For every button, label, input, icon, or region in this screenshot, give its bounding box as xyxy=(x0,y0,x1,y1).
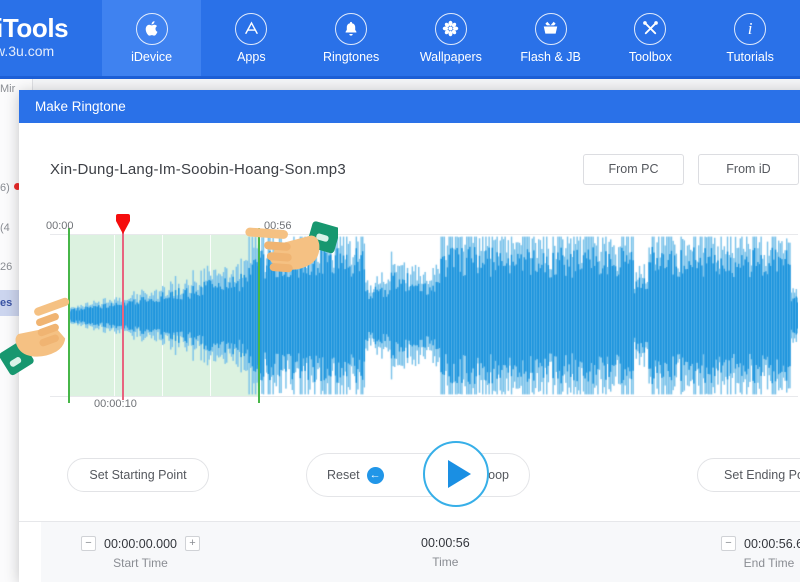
play-triangle-icon xyxy=(447,460,471,488)
brand-title: iTools xyxy=(0,12,69,43)
set-starting-point-button[interactable]: Set Starting Point xyxy=(67,458,209,492)
reset-back-arrow-icon: ← xyxy=(366,466,384,484)
from-pc-button[interactable]: From PC xyxy=(583,153,684,185)
playhead-handle[interactable] xyxy=(116,214,130,221)
time-footer: − 00:00:00.000 + Start Time 00:00:56 Tim… xyxy=(41,522,800,582)
waveform-editor[interactable]: 00:00 00:56 00:00:10 xyxy=(46,214,798,410)
app-logo: iTools w.3u.com xyxy=(0,0,102,76)
start-time-row: − 00:00:00.000 + xyxy=(81,536,200,551)
play-button[interactable] xyxy=(423,441,489,507)
nav-tab-label: Wallpapers xyxy=(419,49,482,64)
audio-filename: Xin-Dung-Lang-Im-Soobin-Hoang-Son.mp3 xyxy=(50,160,346,178)
nav-tab-apps[interactable]: Apps xyxy=(201,0,301,76)
nav-tab-tutorials[interactable]: i Tutorials xyxy=(700,0,800,76)
reset-label: Reset xyxy=(327,468,360,482)
from-idevice-button[interactable]: From iD xyxy=(698,153,799,185)
source-button-group: From PC From iD xyxy=(583,153,799,185)
end-time-label: 00:56 xyxy=(264,220,292,232)
nav-bottom-border xyxy=(0,76,800,79)
end-marker-handle[interactable] xyxy=(258,228,260,403)
nav-tab-label: Toolbox xyxy=(628,49,672,64)
nav-tab-wallpapers[interactable]: Wallpapers xyxy=(401,0,501,76)
start-time-caption: Start Time xyxy=(113,556,168,570)
waveform-canvas[interactable] xyxy=(50,235,798,396)
box-icon xyxy=(534,12,567,45)
info-icon: i xyxy=(734,12,767,45)
nav-tab-flash-jb[interactable]: Flash & JB xyxy=(501,0,601,76)
end-time-value[interactable]: 00:00:56.698 xyxy=(744,537,800,551)
bell-icon xyxy=(335,12,368,45)
start-time-value[interactable]: 00:00:00.000 xyxy=(104,537,177,551)
apple-icon xyxy=(135,12,168,45)
brand-subtitle: w.3u.com xyxy=(0,42,55,59)
playhead-arrow-icon xyxy=(116,221,130,234)
start-time-cell: − 00:00:00.000 + Start Time xyxy=(81,536,200,570)
total-time-value: 00:00:56 xyxy=(421,536,470,550)
transport-controls: Set Starting Point Reset ← ✓ Loop Set En… xyxy=(19,441,800,507)
appstore-icon xyxy=(235,12,268,45)
nav-tab-label: Tutorials xyxy=(726,49,774,64)
tools-icon xyxy=(634,12,667,45)
start-time-increment-button[interactable]: + xyxy=(185,536,200,551)
dialog-body: Xin-Dung-Lang-Im-Soobin-Hoang-Son.mp3 Fr… xyxy=(19,123,800,582)
nav-tab-idevice[interactable]: iDevice xyxy=(101,0,202,76)
end-time-cell: − 00:00:56.698 End Time xyxy=(721,536,800,570)
start-marker-handle[interactable] xyxy=(68,228,70,403)
flower-icon xyxy=(434,12,467,45)
start-time-label: 00:00 xyxy=(46,220,74,232)
end-time-row: − 00:00:56.698 xyxy=(721,536,800,551)
top-navigation-bar: iTools w.3u.com iDevice Apps Ringtones W… xyxy=(0,0,800,76)
total-time-cell: 00:00:56 Time xyxy=(421,536,470,569)
nav-tab-label: Flash & JB xyxy=(520,49,581,64)
start-time-decrement-button[interactable]: − xyxy=(81,536,96,551)
nav-tab-label: Apps xyxy=(237,49,266,64)
total-time-caption: Time xyxy=(432,555,459,569)
make-ringtone-dialog: Make Ringtone Xin-Dung-Lang-Im-Soobin-Ho… xyxy=(19,90,800,582)
transport-pill: Reset ← ✓ Loop xyxy=(306,453,530,497)
nav-tab-label: Ringtones xyxy=(322,49,380,64)
nav-tab-ringtones[interactable]: Ringtones xyxy=(301,0,401,76)
nav-tab-toolbox[interactable]: Toolbox xyxy=(601,0,701,76)
set-ending-point-button[interactable]: Set Ending Po xyxy=(697,458,800,492)
dialog-title-bar: Make Ringtone xyxy=(19,90,800,123)
playhead-line[interactable] xyxy=(122,232,124,400)
end-time-caption: End Time xyxy=(743,556,795,570)
reset-button[interactable]: Reset ← xyxy=(327,466,384,484)
dialog-title: Make Ringtone xyxy=(35,99,126,114)
app-root: Mir 6) (4 26 es iTools w.3u.com iDevice … xyxy=(0,0,800,582)
waveform-bottom-rule xyxy=(50,396,798,397)
playhead-time-label: 00:00:10 xyxy=(94,398,137,410)
nav-tab-label: iDevice xyxy=(131,49,173,64)
file-row: Xin-Dung-Lang-Im-Soobin-Hoang-Son.mp3 Fr… xyxy=(19,123,800,193)
end-time-decrement-button[interactable]: − xyxy=(721,536,736,551)
